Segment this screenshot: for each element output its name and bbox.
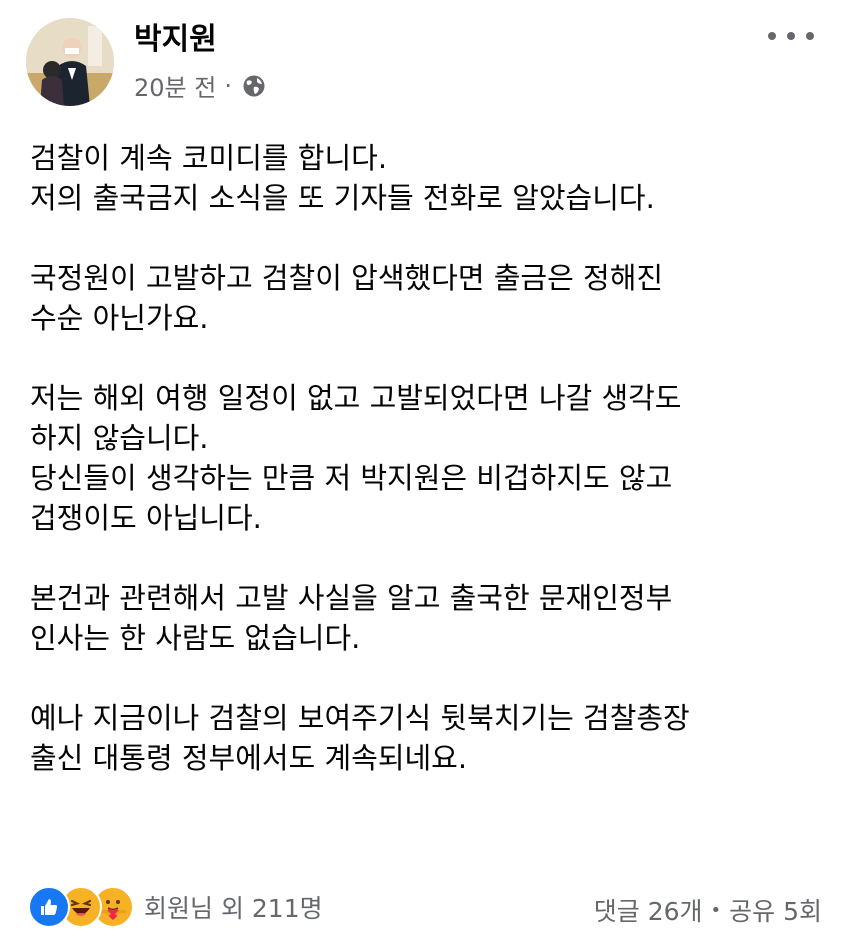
post-body: 검찰이 계속 코미디를 합니다. 저의 출국금지 소식을 또 기자들 전화로 알… [30, 138, 820, 778]
paragraph: 저는 해외 여행 일정이 없고 고발되었다면 나갈 생각도 하지 않습니다. 당… [30, 378, 820, 538]
post-time[interactable]: 20분 전 [134, 68, 216, 103]
text-line: 겁쟁이도 아닙니다. [30, 501, 262, 535]
paragraph: 본건과 관련해서 고발 사실을 알고 출국한 문재인정부 인사는 한 사람도 없… [30, 578, 820, 658]
text-line: 예나 지금이나 검찰의 보여주기식 뒷북치기는 검찰총장 [30, 701, 690, 735]
globe-icon[interactable] [242, 74, 266, 98]
meta-separator: · [224, 71, 232, 100]
text-line: 인사는 한 사람도 없습니다. [30, 621, 361, 655]
paragraph: 검찰이 계속 코미디를 합니다. 저의 출국금지 소식을 또 기자들 전화로 알… [30, 138, 820, 218]
text-line: 수순 아닌가요. [30, 301, 209, 335]
text-line: 국정원이 고발하고 검찰이 압색했다면 출금은 정해진 [30, 261, 664, 295]
post-footer: 회원님 외 211명 댓글 26개 • 공유 5회 [0, 880, 850, 936]
post-header: 박지원 20분 전 · [0, 0, 850, 120]
reactions-summary[interactable]: 회원님 외 211명 [28, 886, 323, 928]
text-line: 저의 출국금지 소식을 또 기자들 전화로 알았습니다. [30, 181, 655, 215]
stats-dot: • [710, 899, 722, 921]
more-options-icon[interactable] [768, 22, 814, 50]
like-icon [28, 886, 70, 928]
paragraph: 국정원이 고발하고 검찰이 압색했다면 출금은 정해진 수순 아닌가요. [30, 258, 820, 338]
post-stats: 댓글 26개 • 공유 5회 [594, 892, 822, 928]
author-name[interactable]: 박지원 [134, 14, 217, 58]
text-line: 저는 해외 여행 일정이 없고 고발되었다면 나갈 생각도 [30, 381, 682, 415]
post-meta: 20분 전 · [134, 68, 266, 103]
text-line: 당신들이 생각하는 만큼 저 박지원은 비겁하지도 않고 [30, 461, 673, 495]
text-line: 검찰이 계속 코미디를 합니다. [30, 141, 388, 175]
text-line: 하지 않습니다. [30, 421, 209, 455]
comments-count[interactable]: 댓글 26개 [594, 892, 703, 928]
avatar[interactable] [26, 18, 114, 106]
reaction-count: 회원님 외 211명 [144, 894, 323, 923]
text-line: 출신 대통령 정부에서도 계속되네요. [30, 741, 468, 775]
text-line: 본건과 관련해서 고발 사실을 알고 출국한 문재인정부 [30, 581, 673, 615]
paragraph: 예나 지금이나 검찰의 보여주기식 뒷북치기는 검찰총장 출신 대통령 정부에서… [30, 698, 820, 778]
shares-count[interactable]: 공유 5회 [729, 892, 822, 928]
